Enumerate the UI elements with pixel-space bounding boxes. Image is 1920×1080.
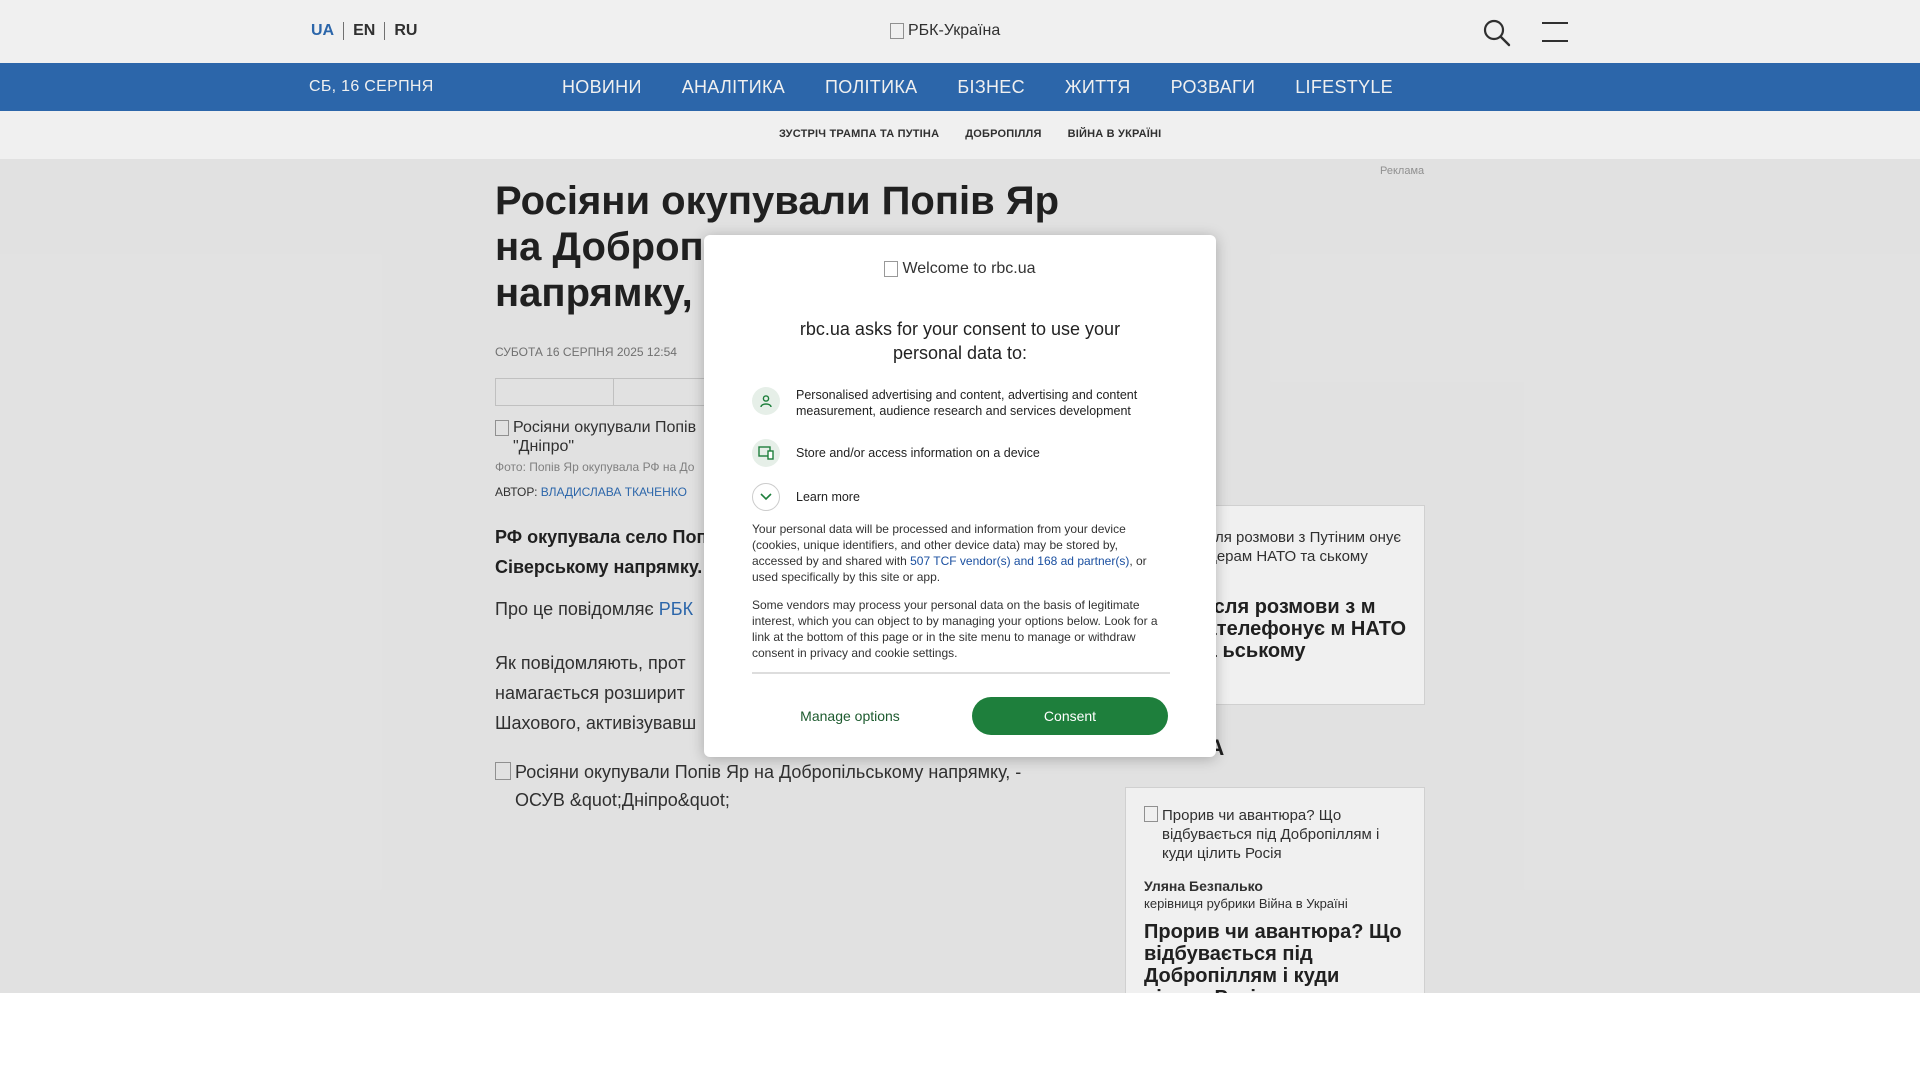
divider [752, 672, 1170, 674]
vendors-link[interactable]: 507 TCF vendor(s) and 168 ad partner(s) [910, 554, 1129, 568]
chevron-down-icon [752, 483, 780, 511]
consent-dialog: Welcome to rbc.ua rbc.ua asks for your c… [704, 235, 1216, 757]
consent-button[interactable]: Consent [972, 697, 1168, 735]
person-icon [752, 387, 780, 415]
consent-paragraph: Your personal data will be processed and… [752, 521, 1170, 585]
broken-image-icon [884, 261, 899, 277]
learn-more-label: Learn more [796, 490, 860, 504]
consent-purpose: Store and/or access information on a dev… [752, 439, 1166, 467]
learn-more-toggle[interactable]: Learn more [752, 483, 860, 511]
manage-options-button[interactable]: Manage options [752, 697, 948, 735]
purpose-text: Store and/or access information on a dev… [796, 446, 1040, 460]
consent-heading: rbc.ua asks for your consent to use your… [799, 319, 1121, 363]
device-icon [752, 439, 780, 467]
consent-purpose: Personalised advertising and content, ad… [752, 387, 1166, 419]
consent-paragraph: Some vendors may process your personal d… [752, 598, 1158, 660]
consent-brand: Welcome to rbc.ua [704, 260, 1216, 278]
brand-alt-text: Welcome to rbc.ua [902, 260, 1036, 277]
bottom-ad-strip [0, 993, 1920, 1080]
purpose-text: Personalised advertising and content, ad… [796, 388, 1138, 418]
